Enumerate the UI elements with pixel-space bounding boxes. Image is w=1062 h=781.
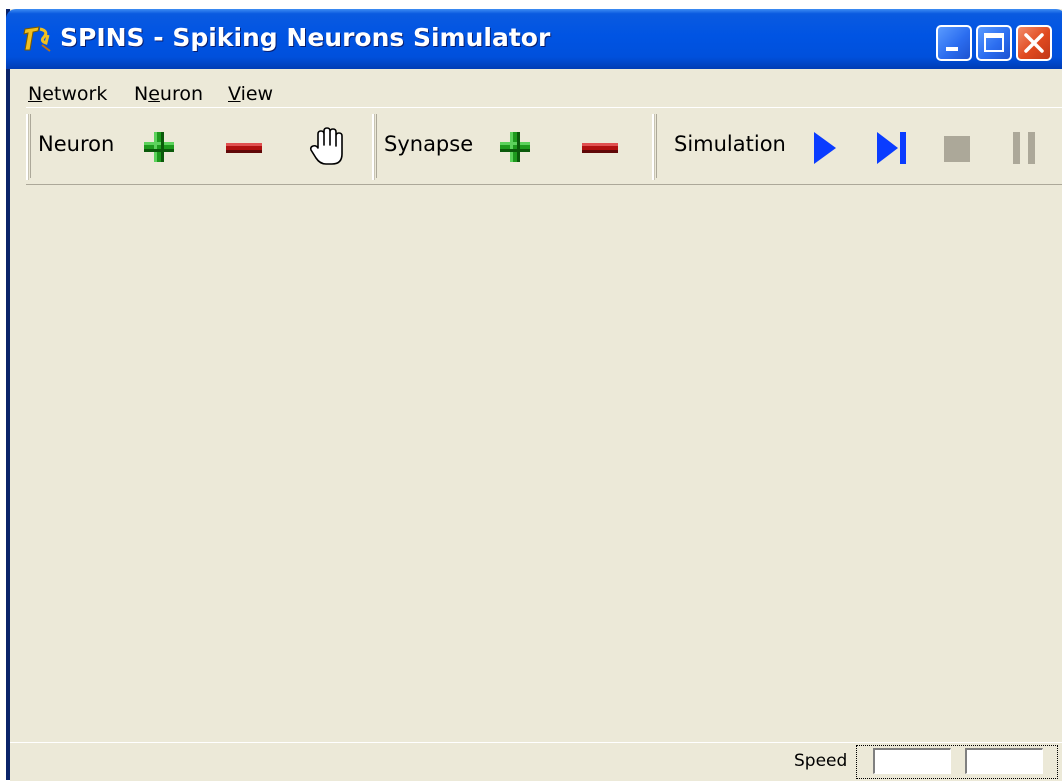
toolbar: Neuron Synapse Simulation bbox=[26, 107, 1062, 185]
add-synapse-icon[interactable] bbox=[498, 130, 532, 164]
simulation-group-label: Simulation bbox=[674, 132, 786, 156]
menu-view[interactable]: View bbox=[228, 83, 273, 105]
maximize-button[interactable] bbox=[976, 25, 1012, 61]
remove-synapse-icon[interactable] bbox=[580, 142, 620, 154]
neuron-group-label: Neuron bbox=[38, 132, 115, 156]
close-button[interactable] bbox=[1016, 25, 1052, 61]
close-icon bbox=[1024, 33, 1044, 53]
minimize-button[interactable] bbox=[936, 25, 972, 61]
speed-control[interactable] bbox=[856, 745, 1058, 779]
toolbar-grip[interactable] bbox=[656, 114, 660, 178]
speed-field[interactable] bbox=[965, 748, 1043, 774]
pause-icon[interactable] bbox=[1010, 130, 1040, 166]
speed-label: Speed bbox=[794, 751, 848, 771]
network-canvas[interactable] bbox=[10, 187, 1062, 741]
maximize-icon bbox=[984, 33, 1004, 52]
simulation-toolbar-group: Simulation bbox=[652, 114, 1062, 180]
minimize-icon bbox=[946, 47, 958, 51]
toolbar-grip[interactable] bbox=[30, 114, 34, 178]
window-title: SPINS - Spiking Neurons Simulator bbox=[60, 23, 551, 52]
toolbar-grip[interactable] bbox=[376, 114, 380, 178]
step-forward-icon[interactable] bbox=[874, 130, 910, 166]
hand-pan-icon[interactable] bbox=[308, 126, 348, 168]
app-window: SPINS - Spiking Neurons Simulator Networ… bbox=[6, 9, 1062, 781]
remove-neuron-icon[interactable] bbox=[224, 142, 264, 154]
synapse-toolbar-group: Synapse bbox=[372, 114, 644, 180]
status-bar: Speed bbox=[10, 742, 1062, 781]
app-logo-icon bbox=[23, 26, 51, 52]
menu-network[interactable]: Network bbox=[28, 83, 107, 105]
speed-field[interactable] bbox=[873, 748, 951, 774]
stop-icon[interactable] bbox=[942, 134, 974, 164]
neuron-toolbar-group: Neuron bbox=[26, 114, 372, 180]
menu-neuron[interactable]: Neuron bbox=[134, 83, 203, 105]
title-bar[interactable]: SPINS - Spiking Neurons Simulator bbox=[6, 9, 1062, 69]
play-icon[interactable] bbox=[810, 130, 840, 166]
synapse-group-label: Synapse bbox=[384, 132, 474, 156]
add-neuron-icon[interactable] bbox=[142, 130, 176, 164]
